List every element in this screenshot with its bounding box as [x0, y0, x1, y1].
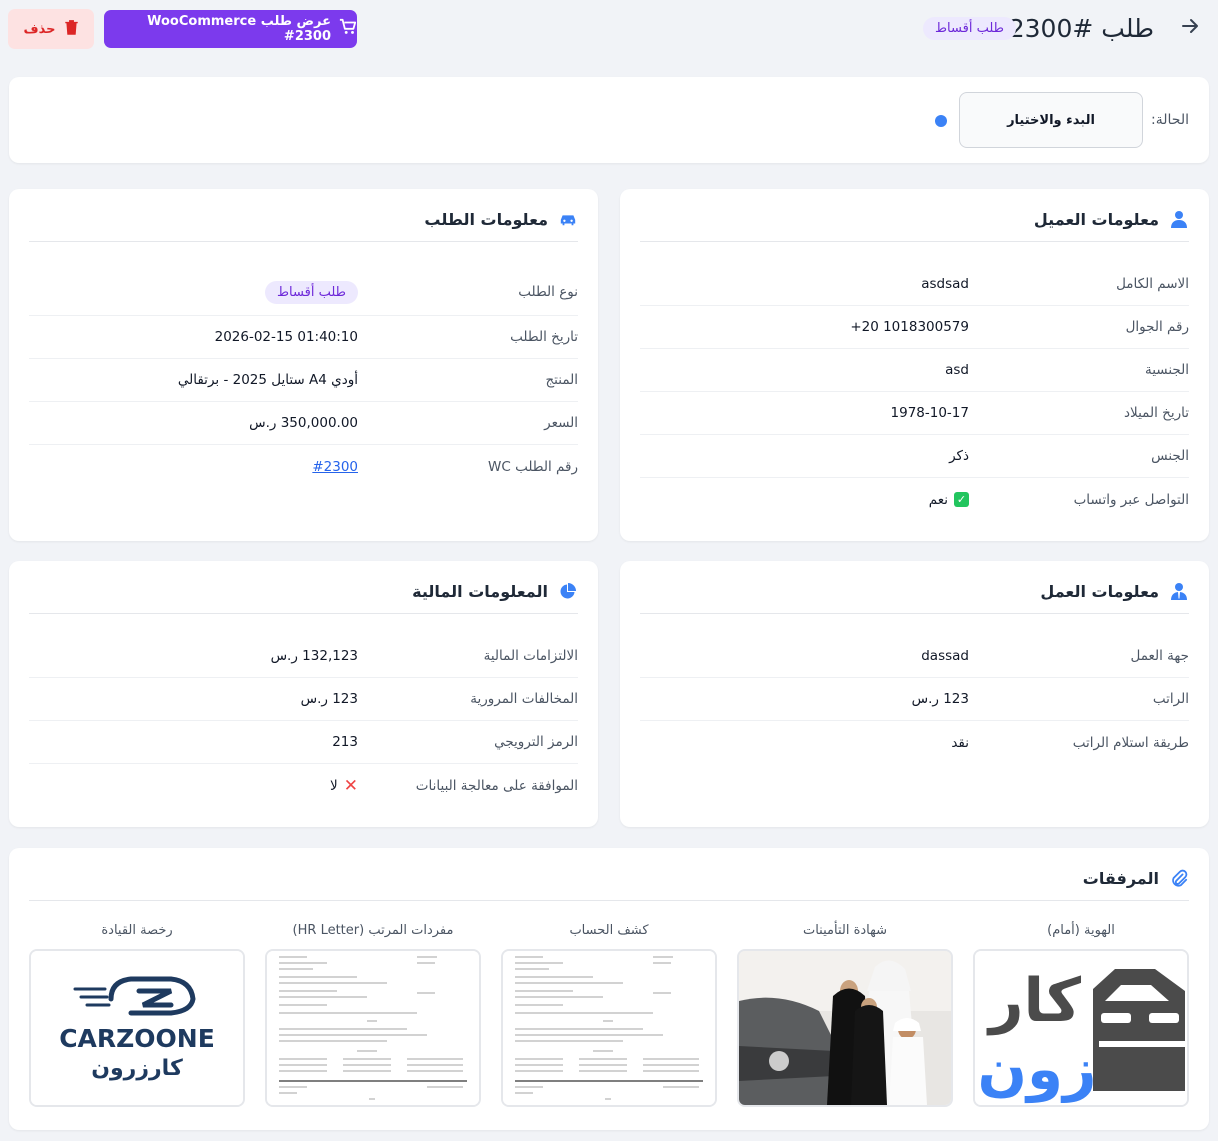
attachments-title: المرفقات — [1083, 868, 1189, 888]
trash-icon — [64, 19, 79, 39]
status-card: الحالة: البدء والاختيار — [9, 77, 1209, 163]
check-icon: ✓ — [954, 492, 969, 507]
cross-icon: ✕ — [343, 775, 358, 796]
logo-text-ar: كارزرون — [91, 1056, 183, 1081]
status-indicator-dot — [935, 115, 947, 127]
order-row-type: نوع الطلب طلب أقساط — [29, 268, 578, 316]
financial-info-title: المعلومات المالية — [412, 581, 578, 601]
status-select[interactable]: البدء والاختيار — [959, 92, 1143, 148]
financial-row-traffic-violations: المخالفات المرورية 123 ر.س — [29, 678, 578, 721]
id-front-thumbnail[interactable]: كار زون — [973, 949, 1189, 1107]
page-title: طلب #2300 — [1008, 14, 1154, 43]
order-row-price: السعر 350,000.00 ر.س — [29, 402, 578, 445]
user-icon — [1169, 209, 1189, 229]
user-tie-icon — [1169, 581, 1189, 601]
delete-button-label: حذف — [23, 21, 56, 37]
customer-info-title: معلومات العميل — [1034, 209, 1189, 229]
logo-arabic-bottom: زون — [978, 1035, 1097, 1104]
wc-button-label: عرض طلب WooCommerce #2300 — [147, 14, 331, 44]
order-info-card: معلومات الطلب نوع الطلب طلب أقساط تاريخ … — [9, 189, 598, 541]
order-row-date: تاريخ الطلب 2026-02-15 01:40:10 — [29, 316, 578, 359]
order-type-badge: طلب أقساط — [923, 17, 1016, 40]
hr-letter-thumbnail[interactable] — [265, 949, 481, 1107]
customer-row-phone: رقم الجوال +20 1018300579 — [640, 306, 1189, 349]
pie-chart-icon — [558, 581, 578, 601]
back-button[interactable] — [1170, 8, 1210, 50]
cart-icon — [339, 18, 357, 40]
logo-text-en: CARZOONE — [59, 1024, 215, 1053]
divider — [640, 241, 1189, 242]
work-info-title: معلومات العمل — [1040, 581, 1189, 601]
divider — [29, 241, 578, 242]
attachments-grid: الهوية (أمام) كار زون شهادة التأمينات كش… — [29, 923, 1189, 1107]
delete-button[interactable]: حذف — [8, 9, 94, 49]
paperclip-icon — [1169, 868, 1189, 888]
customer-row-nationality: الجنسية asd — [640, 349, 1189, 392]
order-row-wc-number: رقم الطلب WC #2300 — [312, 458, 578, 475]
order-row-product: المنتج أودي A4 ستايل 2025 - برتقالي — [29, 359, 578, 402]
financial-row-data-consent: الموافقة على معالجة البيانات ✕لا — [330, 775, 578, 796]
attachments-card: المرفقات الهوية (أمام) كار زون شهادة الت… — [9, 848, 1209, 1130]
divider — [640, 613, 1189, 614]
car-icon — [558, 209, 578, 229]
work-row-employer: جهة العمل dassad — [640, 635, 1189, 678]
bank-statement-thumbnail[interactable] — [501, 949, 717, 1107]
page-header: طلب #2300 طلب أقساط عرض طلب WooCommerce … — [8, 8, 1210, 50]
insurance-certificate-thumbnail[interactable] — [737, 949, 953, 1107]
attachment-hr-letter[interactable]: مفردات المرتب (HR Letter) — [265, 923, 481, 1107]
customer-row-name: الاسم الكامل asdsad — [640, 263, 1189, 306]
customer-row-birthdate: تاريخ الميلاد 1978-10-17 — [640, 392, 1189, 435]
work-row-salary-method: طريقة استلام الراتب نقد — [951, 734, 1189, 751]
divider — [29, 613, 578, 614]
arrow-right-icon — [1180, 16, 1200, 42]
work-info-card: معلومات العمل جهة العمل dassad الراتب 12… — [620, 561, 1209, 827]
attachment-driving-license[interactable]: رخصة القيادة CARZOONE كارزرون — [29, 923, 245, 1107]
view-woocommerce-order-button[interactable]: عرض طلب WooCommerce #2300 — [104, 10, 357, 48]
order-info-title: معلومات الطلب — [424, 209, 578, 229]
financial-row-promo-code: الرمز الترويجي 213 — [29, 721, 578, 764]
logo-arabic-top: كار — [986, 966, 1081, 1036]
work-row-salary: الراتب 123 ر.س — [640, 678, 1189, 721]
order-type-badge: طلب أقساط — [265, 280, 358, 304]
driving-license-thumbnail[interactable]: CARZOONE كارزرون — [29, 949, 245, 1107]
customer-row-whatsapp: التواصل عبر واتساب ✓نعم — [928, 491, 1189, 508]
status-label: الحالة: — [1151, 112, 1189, 128]
attachment-id-front[interactable]: الهوية (أمام) كار زون — [973, 923, 1189, 1107]
financial-row-obligations: الالتزامات المالية 132,123 ر.س — [29, 635, 578, 678]
wc-order-link[interactable]: #2300 — [312, 459, 358, 475]
attachment-insurance-certificate[interactable]: شهادة التأمينات — [737, 923, 953, 1107]
customer-info-card: معلومات العميل الاسم الكامل asdsad رقم ا… — [620, 189, 1209, 541]
financial-info-card: المعلومات المالية الالتزامات المالية 132… — [9, 561, 598, 827]
attachment-bank-statement[interactable]: كشف الحساب — [501, 923, 717, 1107]
divider — [29, 900, 1189, 901]
customer-row-gender: الجنس ذكر — [640, 435, 1189, 478]
